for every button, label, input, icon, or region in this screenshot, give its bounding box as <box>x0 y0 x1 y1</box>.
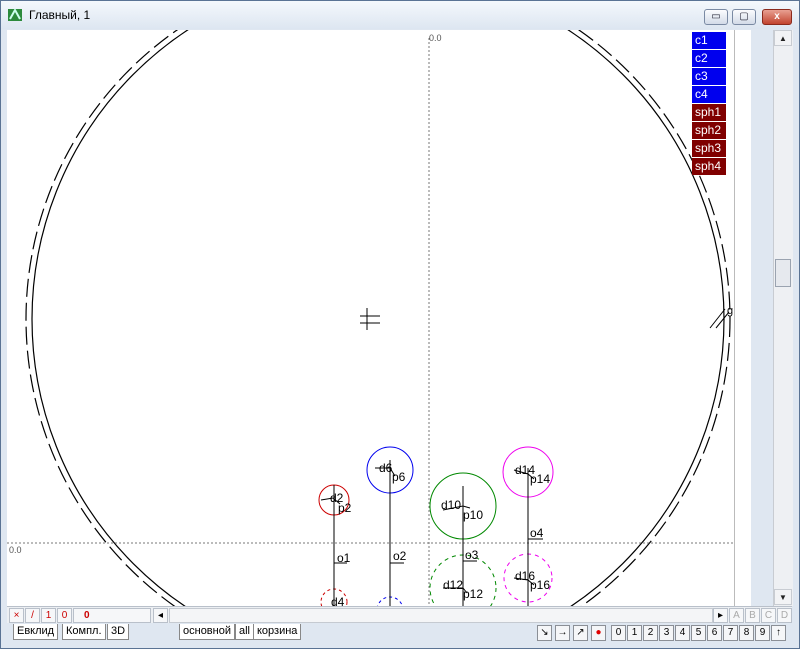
app-icon <box>8 7 22 21</box>
label-p14: p14 <box>530 472 550 486</box>
close-button[interactable]: x <box>762 9 792 25</box>
tab-kompl[interactable]: Компл. <box>62 624 106 640</box>
num-4-button[interactable]: 4 <box>675 625 690 641</box>
drawing-svg[interactable]: d2 p2 o1 d4 d6 p6 o2 d10 p10 o3 d12 p12 … <box>7 30 734 606</box>
label-p12: p12 <box>463 587 483 601</box>
maximize-button[interactable]: ▢ <box>732 9 756 25</box>
tabs-bar: Евклид Компл. 3D основной all корзина ↘ … <box>7 623 792 645</box>
legend-item-sph2[interactable]: sph2 <box>692 122 726 139</box>
label-o1: o1 <box>337 551 351 565</box>
legend-item-c4[interactable]: c4 <box>692 86 726 103</box>
main-window: Главный, 1 ▭ ▢ x d2 p2 o1 d4 d6 p6 o2 d1… <box>0 0 800 649</box>
horizontal-scrollbar[interactable] <box>169 608 713 623</box>
num-5-button[interactable]: 5 <box>691 625 706 641</box>
big-circle-solid[interactable] <box>31 30 725 606</box>
line-button[interactable]: / <box>25 608 40 623</box>
scroll-up-button[interactable]: ▲ <box>774 30 792 46</box>
axis-label-left: 0.0 <box>9 545 22 555</box>
status-bar: × / 1 0 0 ◂ ▸ A B C D <box>7 606 792 624</box>
legend-item-sph4[interactable]: sph4 <box>692 158 726 175</box>
num-6-button[interactable]: 6 <box>707 625 722 641</box>
label-o2: o2 <box>393 549 407 563</box>
label-p16: p16 <box>530 578 550 592</box>
num-8-button[interactable]: 8 <box>739 625 754 641</box>
tool-arrow-up-right-button[interactable]: ↗ <box>573 625 588 641</box>
one-button[interactable]: 1 <box>41 608 56 623</box>
label-p10: p10 <box>463 508 483 522</box>
up-arrow-button[interactable]: ↑ <box>771 625 786 641</box>
tool-diagonal-button[interactable]: ↘ <box>537 625 552 641</box>
legend: c1 c2 c3 c4 sph1 sph2 sph3 sph4 <box>692 32 726 176</box>
label-o3: o3 <box>465 548 479 562</box>
legend-item-c1[interactable]: c1 <box>692 32 726 49</box>
label-d6: d6 <box>379 461 393 475</box>
tab-3d[interactable]: 3D <box>107 624 130 640</box>
num-9-button[interactable]: 9 <box>755 625 770 641</box>
edge-mark-1 <box>709 308 726 329</box>
delete-button[interactable]: × <box>9 608 24 623</box>
label-p6: p6 <box>392 470 406 484</box>
zero-button[interactable]: 0 <box>57 608 72 623</box>
label-p2: p2 <box>338 501 352 515</box>
layer-c-button[interactable]: C <box>761 608 776 623</box>
drawing-canvas[interactable]: d2 p2 o1 d4 d6 p6 o2 d10 p10 o3 d12 p12 … <box>7 30 734 606</box>
window-title: Главный, 1 <box>29 8 91 22</box>
tool-record-button[interactable]: ● <box>591 625 606 641</box>
hscroll-left-button[interactable]: ◂ <box>153 608 168 623</box>
scroll-down-button[interactable]: ▼ <box>774 589 792 605</box>
side-panel <box>734 30 751 606</box>
layer-d-button[interactable]: D <box>777 608 792 623</box>
num-3-button[interactable]: 3 <box>659 625 674 641</box>
hscroll-right-button[interactable]: ▸ <box>713 608 728 623</box>
axis-label-top: 0.0 <box>429 33 442 43</box>
count-field: 0 <box>73 608 151 623</box>
label-d12: d12 <box>443 578 463 592</box>
tab-osnovnoy[interactable]: основной <box>179 624 235 640</box>
label-d10: d10 <box>441 498 461 512</box>
layer-a-button[interactable]: A <box>729 608 744 623</box>
layer-b-button[interactable]: B <box>745 608 760 623</box>
legend-item-sph1[interactable]: sph1 <box>692 104 726 121</box>
label-d4: d4 <box>331 595 345 606</box>
scroll-thumb[interactable] <box>775 259 791 287</box>
big-circle-dashed[interactable] <box>25 30 731 606</box>
num-0-button[interactable]: 0 <box>611 625 626 641</box>
legend-item-sph3[interactable]: sph3 <box>692 140 726 157</box>
num-2-button[interactable]: 2 <box>643 625 658 641</box>
title-bar: Главный, 1 ▭ ▢ x <box>1 1 799 29</box>
tool-arrow-right-button[interactable]: → <box>555 625 570 641</box>
tab-all[interactable]: all <box>235 624 255 640</box>
num-1-button[interactable]: 1 <box>627 625 642 641</box>
num-7-button[interactable]: 7 <box>723 625 738 641</box>
edge-label-g: g: <box>727 305 734 317</box>
tab-evklid[interactable]: Евклид <box>13 624 59 640</box>
legend-item-c3[interactable]: c3 <box>692 68 726 85</box>
tab-korzina[interactable]: корзина <box>253 624 302 640</box>
legend-item-c2[interactable]: c2 <box>692 50 726 67</box>
label-o4: o4 <box>530 526 544 540</box>
minimize-button[interactable]: ▭ <box>704 9 728 25</box>
vertical-scrollbar[interactable]: ▲ ▼ <box>773 30 793 606</box>
